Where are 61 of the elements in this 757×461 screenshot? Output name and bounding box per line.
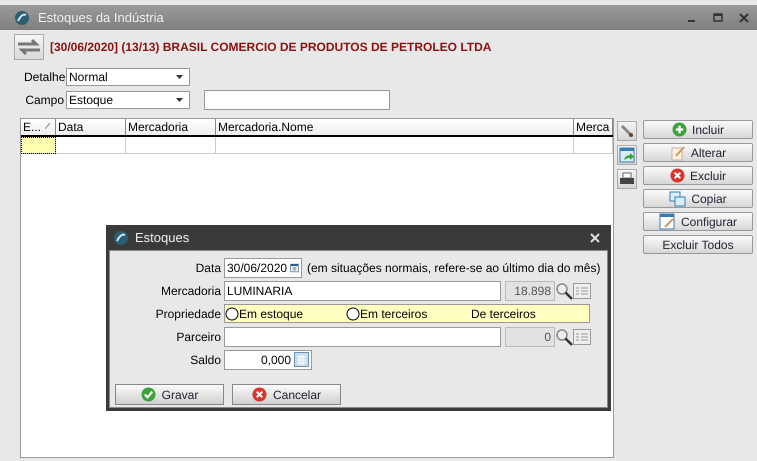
copy-icon [669,190,686,206]
action-button[interactable]: Excluir [643,166,753,185]
filter-dropdown[interactable]: Normal [66,68,190,86]
plus-icon [672,122,687,137]
search-field[interactable] [204,90,390,110]
radio-icon[interactable] [346,306,360,320]
maximize-icon[interactable] [713,12,723,22]
caret-icon [176,98,183,102]
table-cell [21,137,56,154]
dialog-title: Estoques [135,230,190,245]
action-button[interactable]: Copiar [643,189,753,208]
dialog-button[interactable]: Cancelar [232,384,341,405]
column-header[interactable]: Mercadoria [126,119,216,135]
radio-icon[interactable] [225,306,239,320]
action-button[interactable]: Alterar [643,143,753,162]
filter-label: Campo [24,93,64,107]
date-field[interactable]: 30/06/2020 [224,258,302,278]
action-button[interactable]: Incluir [643,120,753,139]
field-label: Parceiro [175,330,221,344]
date-hint: (em situações normais, refere-se ao último dia do mês) [307,260,600,274]
check-icon [140,387,156,402]
calculator-icon[interactable] [294,352,309,367]
field-label: Saldo [189,352,221,366]
balance-field[interactable]: 0,000 [224,350,312,370]
close-icon[interactable] [739,12,749,22]
product-field[interactable]: LUMINARIA [224,280,501,300]
field-label: Data [194,260,221,274]
field-label: Propriedade [154,306,221,320]
table-cell [574,137,613,154]
product-code: 18.898 [505,280,555,300]
dialog-button[interactable]: Gravar [115,384,224,405]
action-button[interactable]: Configurar [643,212,753,231]
filter-label: Detalhe [24,70,64,84]
app-logo-icon [113,230,129,246]
app-logo-icon [14,10,30,26]
radio-option[interactable]: Em terceiros [346,306,467,320]
note-pencil-icon [670,144,686,160]
action-button[interactable]: Excluir Todos [643,235,753,254]
search-icon[interactable] [555,282,573,300]
filter-dropdown[interactable]: Estoque [66,91,190,109]
column-header[interactable]: Data [56,119,126,135]
caret-icon [176,75,183,79]
column-header[interactable]: Merca [574,119,613,135]
window-title: Estoques da Indústria [38,10,165,25]
export-button[interactable] [617,145,637,165]
cancel-icon [252,387,267,402]
column-header[interactable]: Mercadoria.Nome [216,119,574,135]
option-text[interactable]: De terceiros [471,306,536,320]
column-header[interactable]: E... [21,119,56,135]
swap-button[interactable] [14,34,44,60]
delete-icon [670,168,685,183]
field-label: Mercadoria [160,284,221,298]
radio-option[interactable]: Em estoque [225,306,346,320]
search-icon[interactable] [555,328,573,346]
partner-field[interactable] [224,326,501,346]
print-button[interactable] [617,169,637,189]
company-title: [30/06/2020] (13/13) BRASIL COMERCIO DE PRODUTOS DE PETROLEO LTDA [50,40,492,54]
partner-code: 0 [505,326,555,346]
tools-button[interactable] [617,121,637,141]
window-pencil-icon [658,213,676,230]
table-cell [56,137,126,154]
